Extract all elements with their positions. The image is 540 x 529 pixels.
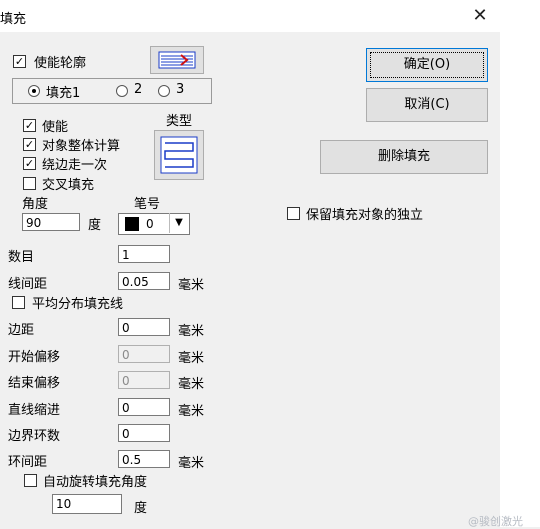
start-offset-input[interactable]: 0 xyxy=(118,345,170,363)
line-indent-unit: 毫米 xyxy=(178,404,205,419)
auto-rotate-label: 自动旋转填充角度 xyxy=(43,475,148,490)
whole-calc-checkbox[interactable]: ✓ xyxy=(23,138,36,151)
close-icon[interactable]: ✕ xyxy=(462,2,498,30)
margin-input[interactable]: 0 xyxy=(118,318,170,336)
border-loops-input[interactable]: 0 xyxy=(118,424,170,442)
pen-value: 0 xyxy=(146,217,154,231)
auto-rotate-checkbox[interactable] xyxy=(24,474,37,487)
margin-label: 边距 xyxy=(8,323,35,338)
count-input[interactable]: 1 xyxy=(118,245,170,263)
cancel-label: 取消(C) xyxy=(404,97,450,112)
line-spacing-input[interactable]: 0.05 xyxy=(118,272,170,290)
delete-fill-button[interactable]: 删除填充 xyxy=(320,140,488,174)
cross-fill-label: 交叉填充 xyxy=(42,178,95,193)
border-loops-label: 边界环数 xyxy=(8,429,61,444)
pen-label: 笔号 xyxy=(134,197,161,212)
count-label: 数目 xyxy=(8,250,35,265)
fill1-radio[interactable] xyxy=(28,85,40,97)
end-offset-unit: 毫米 xyxy=(178,377,205,392)
cross-fill-checkbox[interactable] xyxy=(23,177,36,190)
loop-spacing-unit: 毫米 xyxy=(178,456,205,471)
loop-spacing-input[interactable]: 0.5 xyxy=(118,450,170,468)
dialog-body: ✓ 使能轮廓 填充1 2 3 ✓ 使能 ✓ 对象整体计算 ✓ 绕边走一次 交叉填… xyxy=(0,32,500,527)
fill3-radio[interactable] xyxy=(158,85,170,97)
keep-independent-checkbox[interactable] xyxy=(287,207,300,220)
enable-checkbox[interactable]: ✓ xyxy=(23,119,36,132)
angle-unit: 度 xyxy=(88,218,102,233)
cancel-button[interactable]: 取消(C) xyxy=(366,88,488,122)
chevron-down-icon[interactable]: ▼ xyxy=(169,213,188,233)
avg-distribute-label: 平均分布填充线 xyxy=(32,297,124,312)
fill3-label: 3 xyxy=(176,82,185,97)
edge-once-checkbox[interactable]: ✓ xyxy=(23,157,36,170)
angle-label: 角度 xyxy=(22,197,49,212)
type-label: 类型 xyxy=(166,114,193,129)
pen-color-swatch xyxy=(125,217,139,231)
ok-button[interactable]: 确定(O) xyxy=(366,48,488,82)
enable-outline-label: 使能轮廓 xyxy=(34,56,87,71)
loop-spacing-label: 环间距 xyxy=(8,455,48,470)
margin-unit: 毫米 xyxy=(178,324,205,339)
ok-label: 确定(O) xyxy=(403,57,451,72)
delete-fill-label: 删除填充 xyxy=(377,149,430,164)
end-offset-label: 结束偏移 xyxy=(8,376,61,391)
line-spacing-label: 线间距 xyxy=(8,277,48,292)
end-offset-input[interactable]: 0 xyxy=(118,371,170,389)
outline-pen-icon xyxy=(158,51,196,69)
start-offset-unit: 毫米 xyxy=(178,351,205,366)
whole-calc-label: 对象整体计算 xyxy=(42,139,121,154)
fill-type-icon xyxy=(160,136,198,174)
outline-pen-button[interactable] xyxy=(150,46,204,74)
fill1-label: 填充1 xyxy=(46,86,81,101)
line-indent-label: 直线缩进 xyxy=(8,403,61,418)
line-indent-input[interactable]: 0 xyxy=(118,398,170,416)
rotate-angle-input[interactable]: 10 xyxy=(52,494,122,514)
title-bar: 填充 ✕ xyxy=(0,0,500,32)
fill-type-button[interactable] xyxy=(154,130,204,180)
enable-outline-checkbox[interactable]: ✓ xyxy=(13,55,26,68)
background-strip xyxy=(500,0,540,527)
keep-independent-label: 保留填充对象的独立 xyxy=(306,208,424,223)
edge-once-label: 绕边走一次 xyxy=(42,158,108,173)
line-spacing-unit: 毫米 xyxy=(178,278,205,293)
window-title: 填充 xyxy=(0,12,27,27)
angle-input[interactable]: 90 xyxy=(22,213,80,231)
pen-select[interactable]: 0 ▼ xyxy=(118,213,190,235)
rotate-angle-unit: 度 xyxy=(134,501,148,516)
start-offset-label: 开始偏移 xyxy=(8,350,61,365)
fill2-label: 2 xyxy=(134,82,143,97)
enable-label: 使能 xyxy=(42,120,69,135)
fill2-radio[interactable] xyxy=(116,85,128,97)
avg-distribute-checkbox[interactable] xyxy=(12,296,25,309)
